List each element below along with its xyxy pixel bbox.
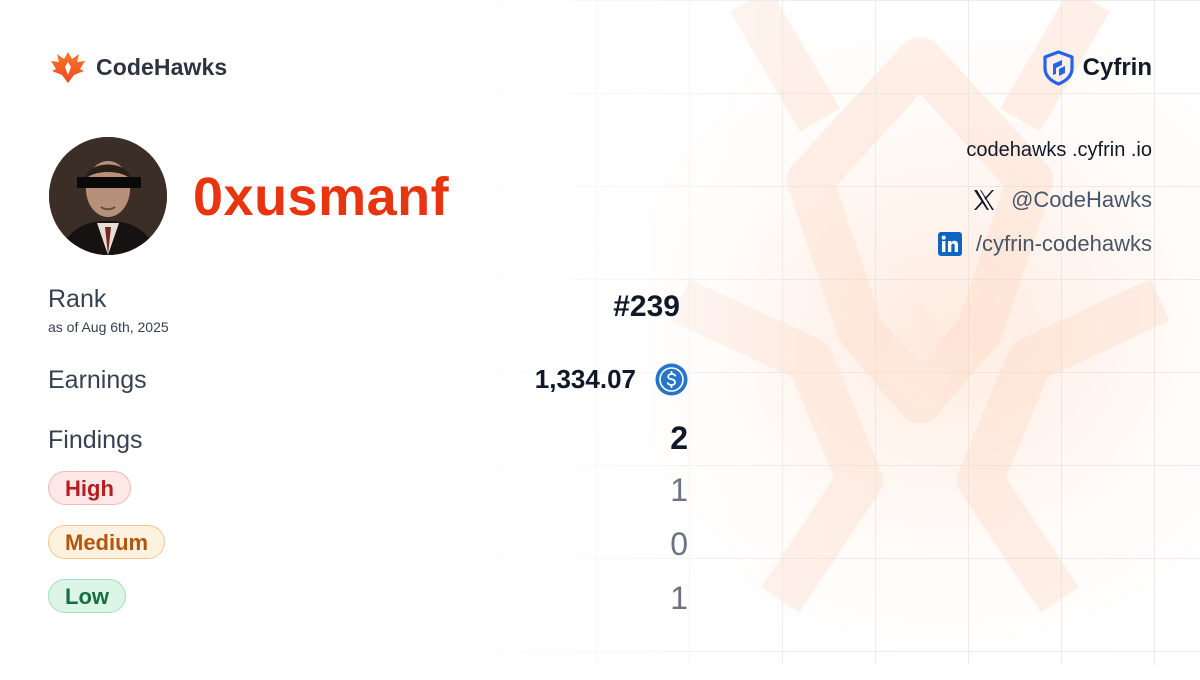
severity-medium-count: 0: [670, 526, 688, 562]
severity-high-count: 1: [670, 472, 688, 508]
linkedin-handle: /cyfrin-codehawks: [975, 231, 1152, 256]
brand-name: CodeHawks: [96, 53, 228, 80]
codehawks-brand[interactable]: CodeHawks: [50, 50, 227, 84]
cyfrin-name: Cyfrin: [1082, 54, 1152, 81]
severity-high-badge: High: [48, 471, 131, 505]
hawk-logo-icon: [51, 52, 85, 83]
avatar-portrait-icon: [49, 137, 167, 255]
linkedin-link[interactable]: /cyfrin-codehawks: [937, 222, 1152, 266]
rank-value: #239: [613, 290, 680, 323]
findings-value: 2: [670, 420, 688, 456]
twitter-link[interactable]: @CodeHawks: [938, 178, 1152, 222]
rank-date: as of Aug 6th, 2025: [48, 319, 169, 335]
linkedin-icon: [937, 232, 962, 256]
usdc-coin-icon: [655, 363, 688, 396]
cyfrin-shield-icon: [1043, 50, 1074, 86]
severity-medium-badge: Medium: [48, 525, 166, 559]
cyfrin-brand[interactable]: Cyfrin: [1042, 50, 1152, 86]
website-link[interactable]: codehawks .cyfrin .io: [938, 136, 1152, 164]
x-twitter-icon: [974, 190, 995, 210]
username: 0xusmanf: [193, 167, 450, 227]
earnings-value: 1,334.07: [534, 364, 636, 394]
twitter-handle: @CodeHawks: [1011, 187, 1152, 212]
rank-label: Rank: [48, 285, 107, 313]
severity-low-count: 1: [670, 580, 688, 616]
avatar: [49, 137, 167, 255]
findings-label: Findings: [48, 426, 143, 454]
severity-low-badge: Low: [48, 579, 126, 613]
social-links: codehawks .cyfrin .io @CodeHawks /cyfrin…: [937, 136, 1152, 266]
earnings-label: Earnings: [48, 366, 147, 394]
